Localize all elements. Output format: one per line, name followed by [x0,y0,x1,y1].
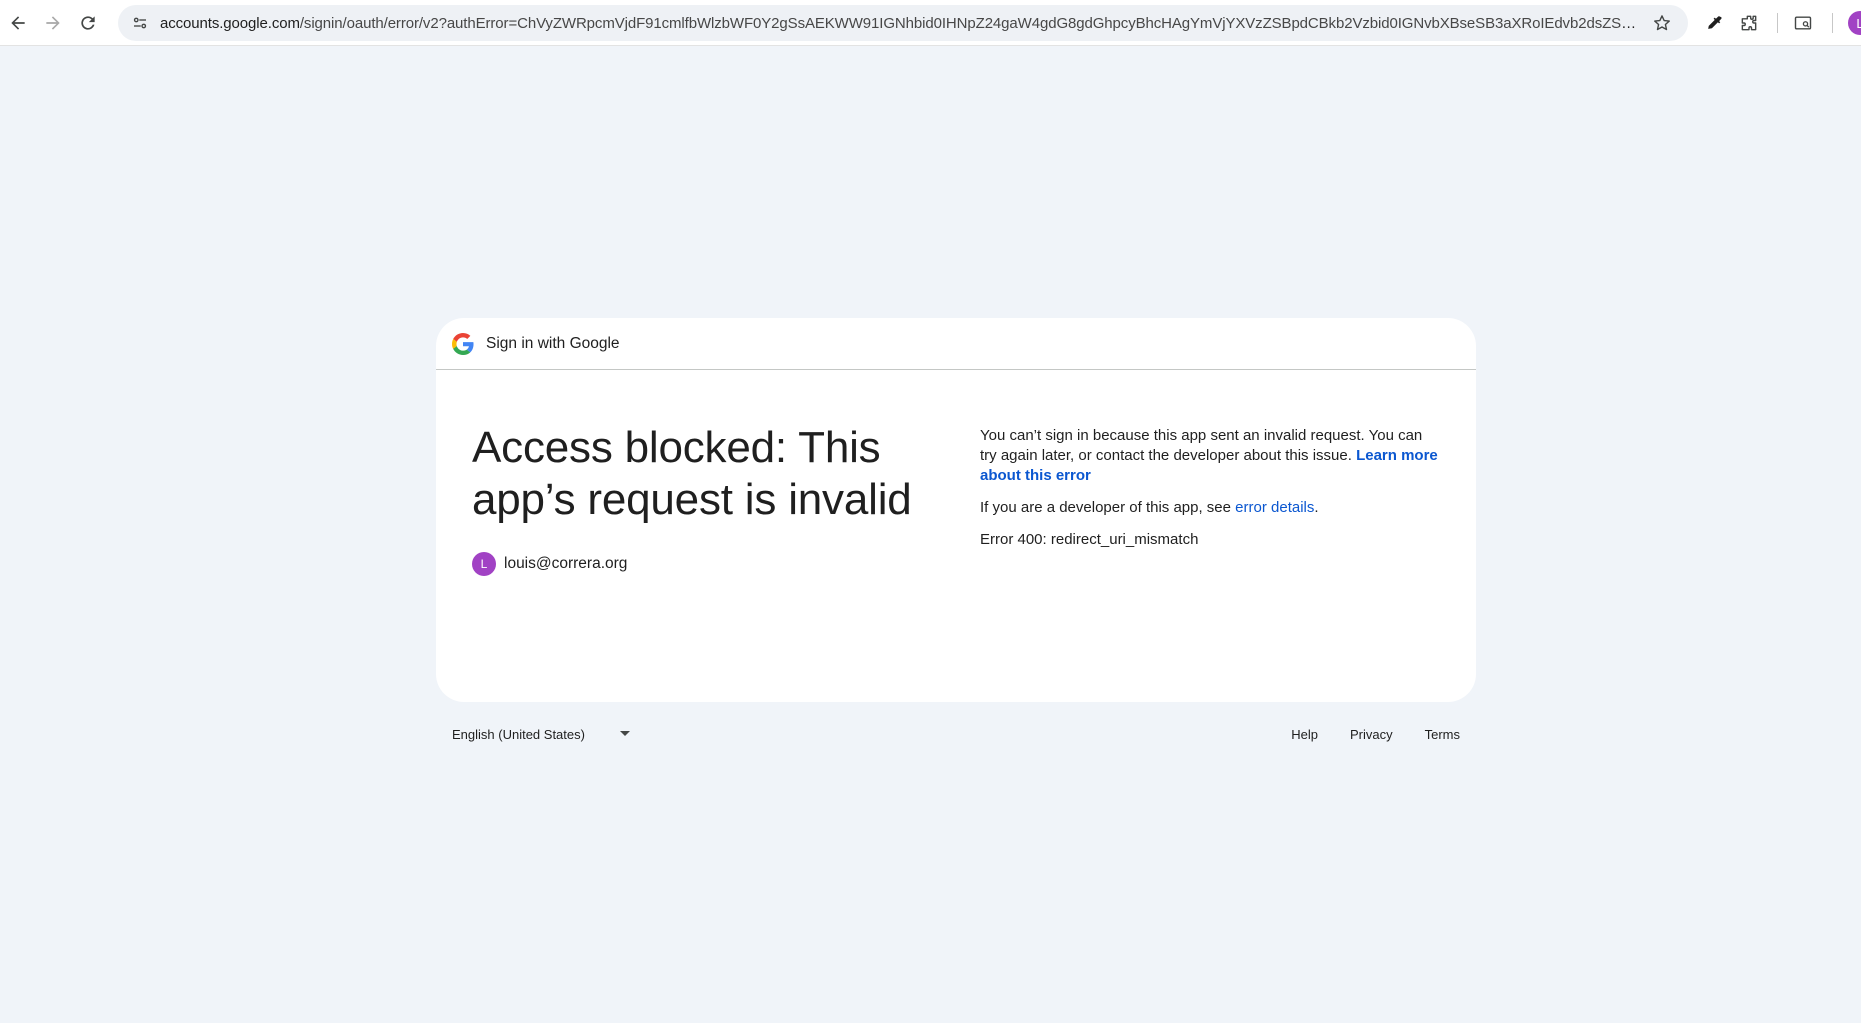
language-select[interactable]: English (United States) [452,720,632,748]
forward-button[interactable] [37,7,69,39]
avatar: L [472,552,496,576]
left-column: Access blocked: This app’s request is in… [472,422,942,576]
site-info-button[interactable] [122,5,158,41]
address-bar[interactable]: accounts.google.com/signin/oauth/error/v… [118,5,1688,41]
url-host: accounts.google.com [160,14,300,32]
error-code: Error 400: redirect_uri_mismatch [980,531,1199,548]
language-select-value: English (United States) [452,726,585,742]
developer-prefix-text: If you are a developer of this app, see [980,499,1236,516]
tune-icon [133,17,147,29]
arrow-right-icon [46,16,60,30]
reload-icon [81,16,95,30]
eyedropper-icon [1708,16,1722,29]
google-g-logo-icon [452,332,474,355]
right-column: You can’t sign in because this app sent … [980,426,1440,562]
star-icon [1654,15,1670,31]
help-link[interactable]: Help [1291,727,1318,742]
tab-search-icon [1794,16,1812,30]
terms-link[interactable]: Terms [1425,727,1460,742]
tab-search-button[interactable] [1787,7,1819,39]
browser-toolbar: accounts.google.com/signin/oauth/error/v… [0,0,1861,46]
error-explanation: You can’t sign in because this app sent … [980,426,1440,486]
extensions-button[interactable] [1733,7,1765,39]
eyedropper-extension-button[interactable] [1698,7,1730,39]
developer-note: If you are a developer of this app, see … [980,498,1440,518]
toolbar-divider [1832,13,1833,33]
card-header: Sign in with Google [436,318,1476,370]
back-button[interactable] [2,7,34,39]
profile-avatar[interactable]: L [1848,11,1861,35]
footer: English (United States) Help Privacy Ter… [436,720,1476,748]
caret-down-icon [620,731,630,736]
developer-suffix-text: . [1314,499,1319,516]
bookmark-button[interactable] [1644,5,1680,41]
url-path: /signin/oauth/error/v2?authError=ChVyZWR… [299,14,1644,32]
puzzle-icon [1741,15,1757,31]
error-details-link[interactable]: error details [1235,499,1314,516]
reload-button[interactable] [72,7,104,39]
arrow-left-icon [11,16,25,30]
footer-links: Help Privacy Terms [1259,720,1460,748]
card-header-title: Sign in with Google [486,334,620,352]
url-text[interactable]: accounts.google.com/signin/oauth/error/v… [158,15,1644,32]
signin-card: Sign in with Google Access blocked: This… [436,318,1476,702]
account-chip[interactable]: L louis@correra.org [472,552,942,576]
page-title: Access blocked: This app’s request is in… [472,423,912,524]
privacy-link[interactable]: Privacy [1350,727,1393,742]
account-email: louis@correra.org [504,555,628,572]
toolbar-divider [1777,13,1778,33]
